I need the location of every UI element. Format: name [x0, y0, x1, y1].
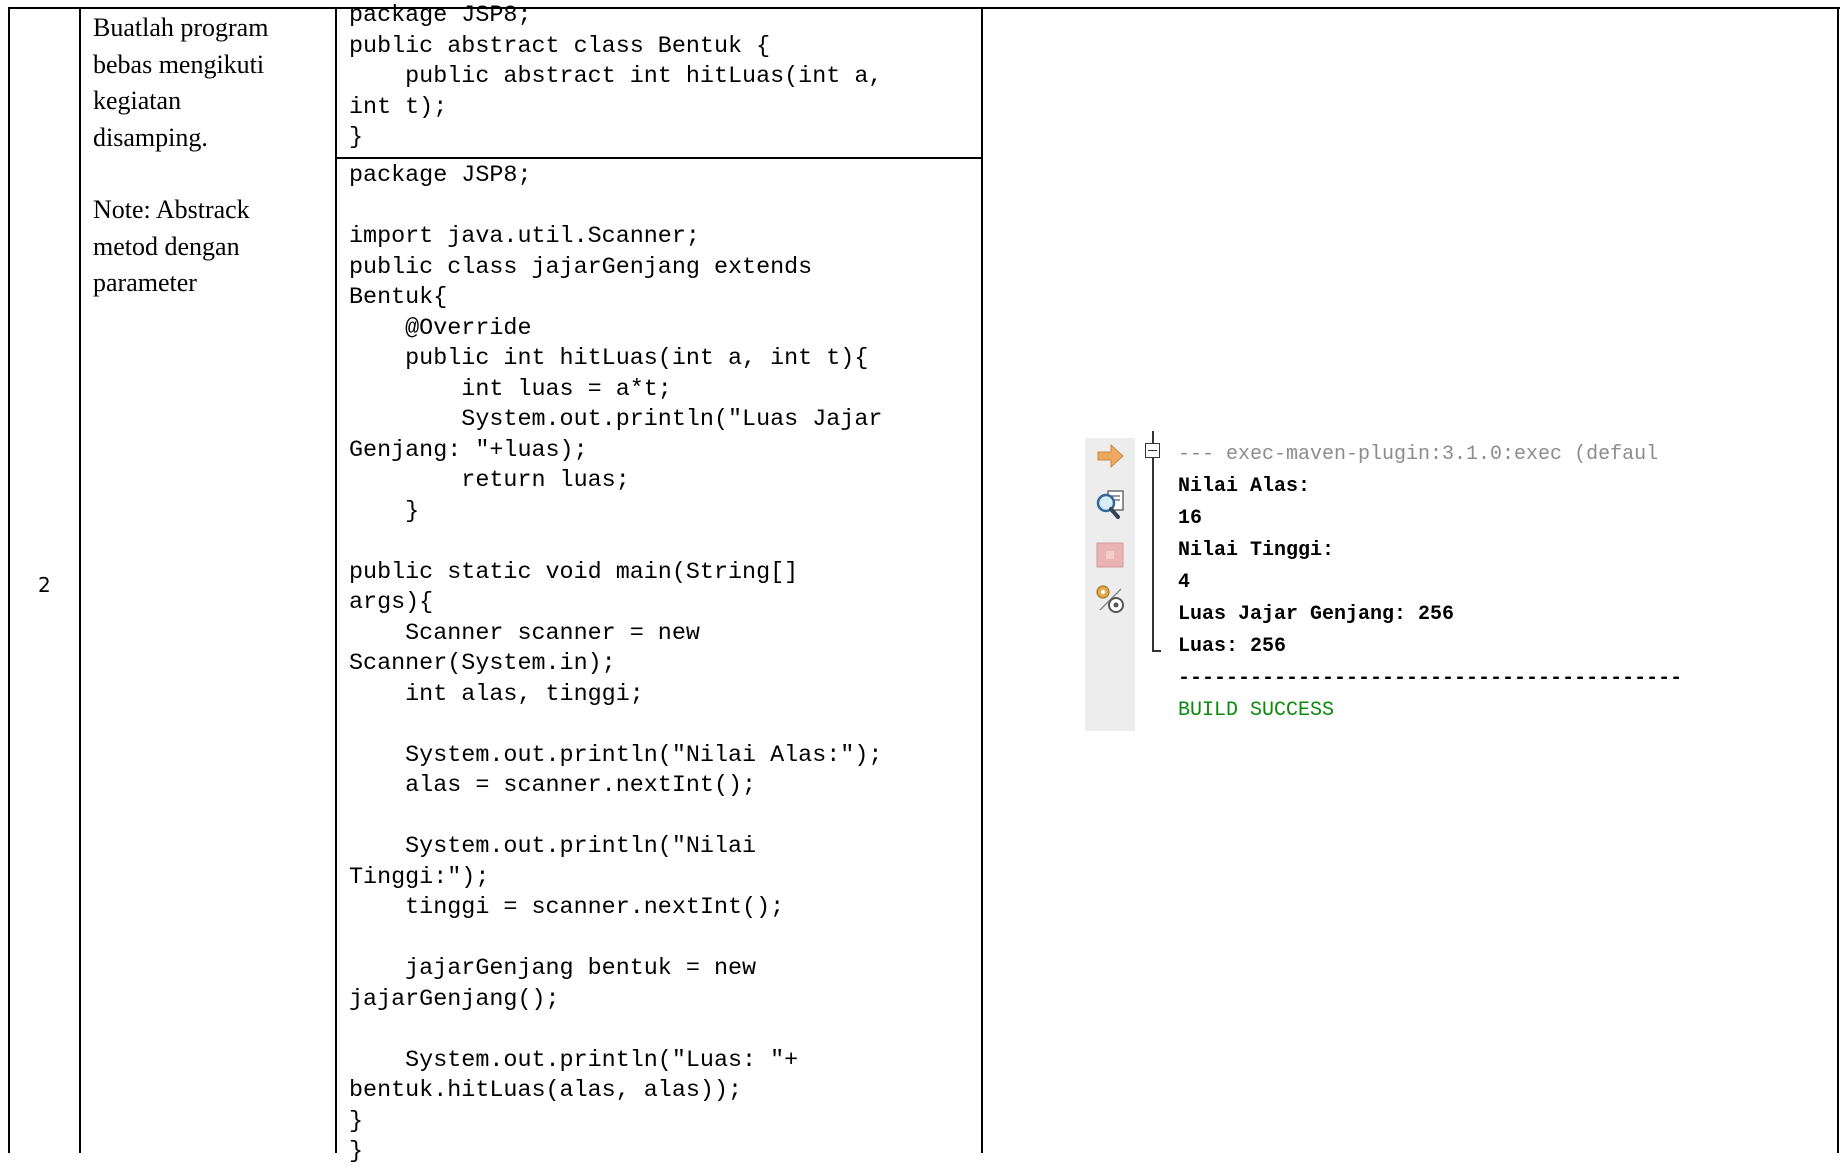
console-separator: ----------------------------------------… [1178, 667, 1683, 690]
build-success-label: BUILD SUCCESS [1178, 699, 1335, 722]
fold-toggle-icon[interactable] [1145, 443, 1160, 458]
column-divider-3 [981, 7, 983, 1153]
instruction-text: Buatlah program bebas mengikuti kegiatan… [93, 13, 269, 152]
console-line: Luas: 256 [1178, 635, 1287, 658]
instruction-cell: Buatlah program bebas mengikuti kegiatan… [93, 10, 323, 302]
console-header-line: --- exec-maven-plugin:3.1.0:exec (defaul [1178, 443, 1659, 466]
fold-connector-top [1152, 431, 1154, 443]
code-block-bentuk: package JSP8; public abstract class Bent… [349, 3, 883, 151]
rerun-arrow-icon[interactable] [1094, 440, 1126, 472]
find-icon[interactable] [1094, 488, 1126, 520]
console-line: Nilai Tinggi: [1178, 539, 1335, 562]
table-left-border [8, 7, 10, 1153]
stop-icon[interactable] [1094, 539, 1126, 571]
instruction-note: Note: Abstrack metod dengan parameter [93, 195, 250, 297]
console-gutter [1085, 438, 1135, 731]
column-divider-2 [335, 7, 337, 1153]
column-divider-1 [79, 7, 81, 1153]
code-cell-divider [336, 157, 982, 159]
fold-end-tick [1152, 650, 1161, 652]
fold-connector [1152, 458, 1154, 651]
table-right-border [1837, 7, 1839, 1153]
document-page: 2 Buatlah program bebas mengikuti kegiat… [0, 0, 1840, 1165]
console-line: Luas Jajar Genjang: 256 [1178, 603, 1455, 626]
settings-icon[interactable] [1094, 583, 1126, 615]
console-line: 16 [1178, 507, 1203, 530]
console-line: 4 [1178, 571, 1191, 594]
row-number: 2 [38, 573, 51, 597]
code-block-jajar-genjang: package JSP8; import java.util.Scanner; … [349, 163, 883, 1165]
console-line: Nilai Alas: [1178, 475, 1311, 498]
